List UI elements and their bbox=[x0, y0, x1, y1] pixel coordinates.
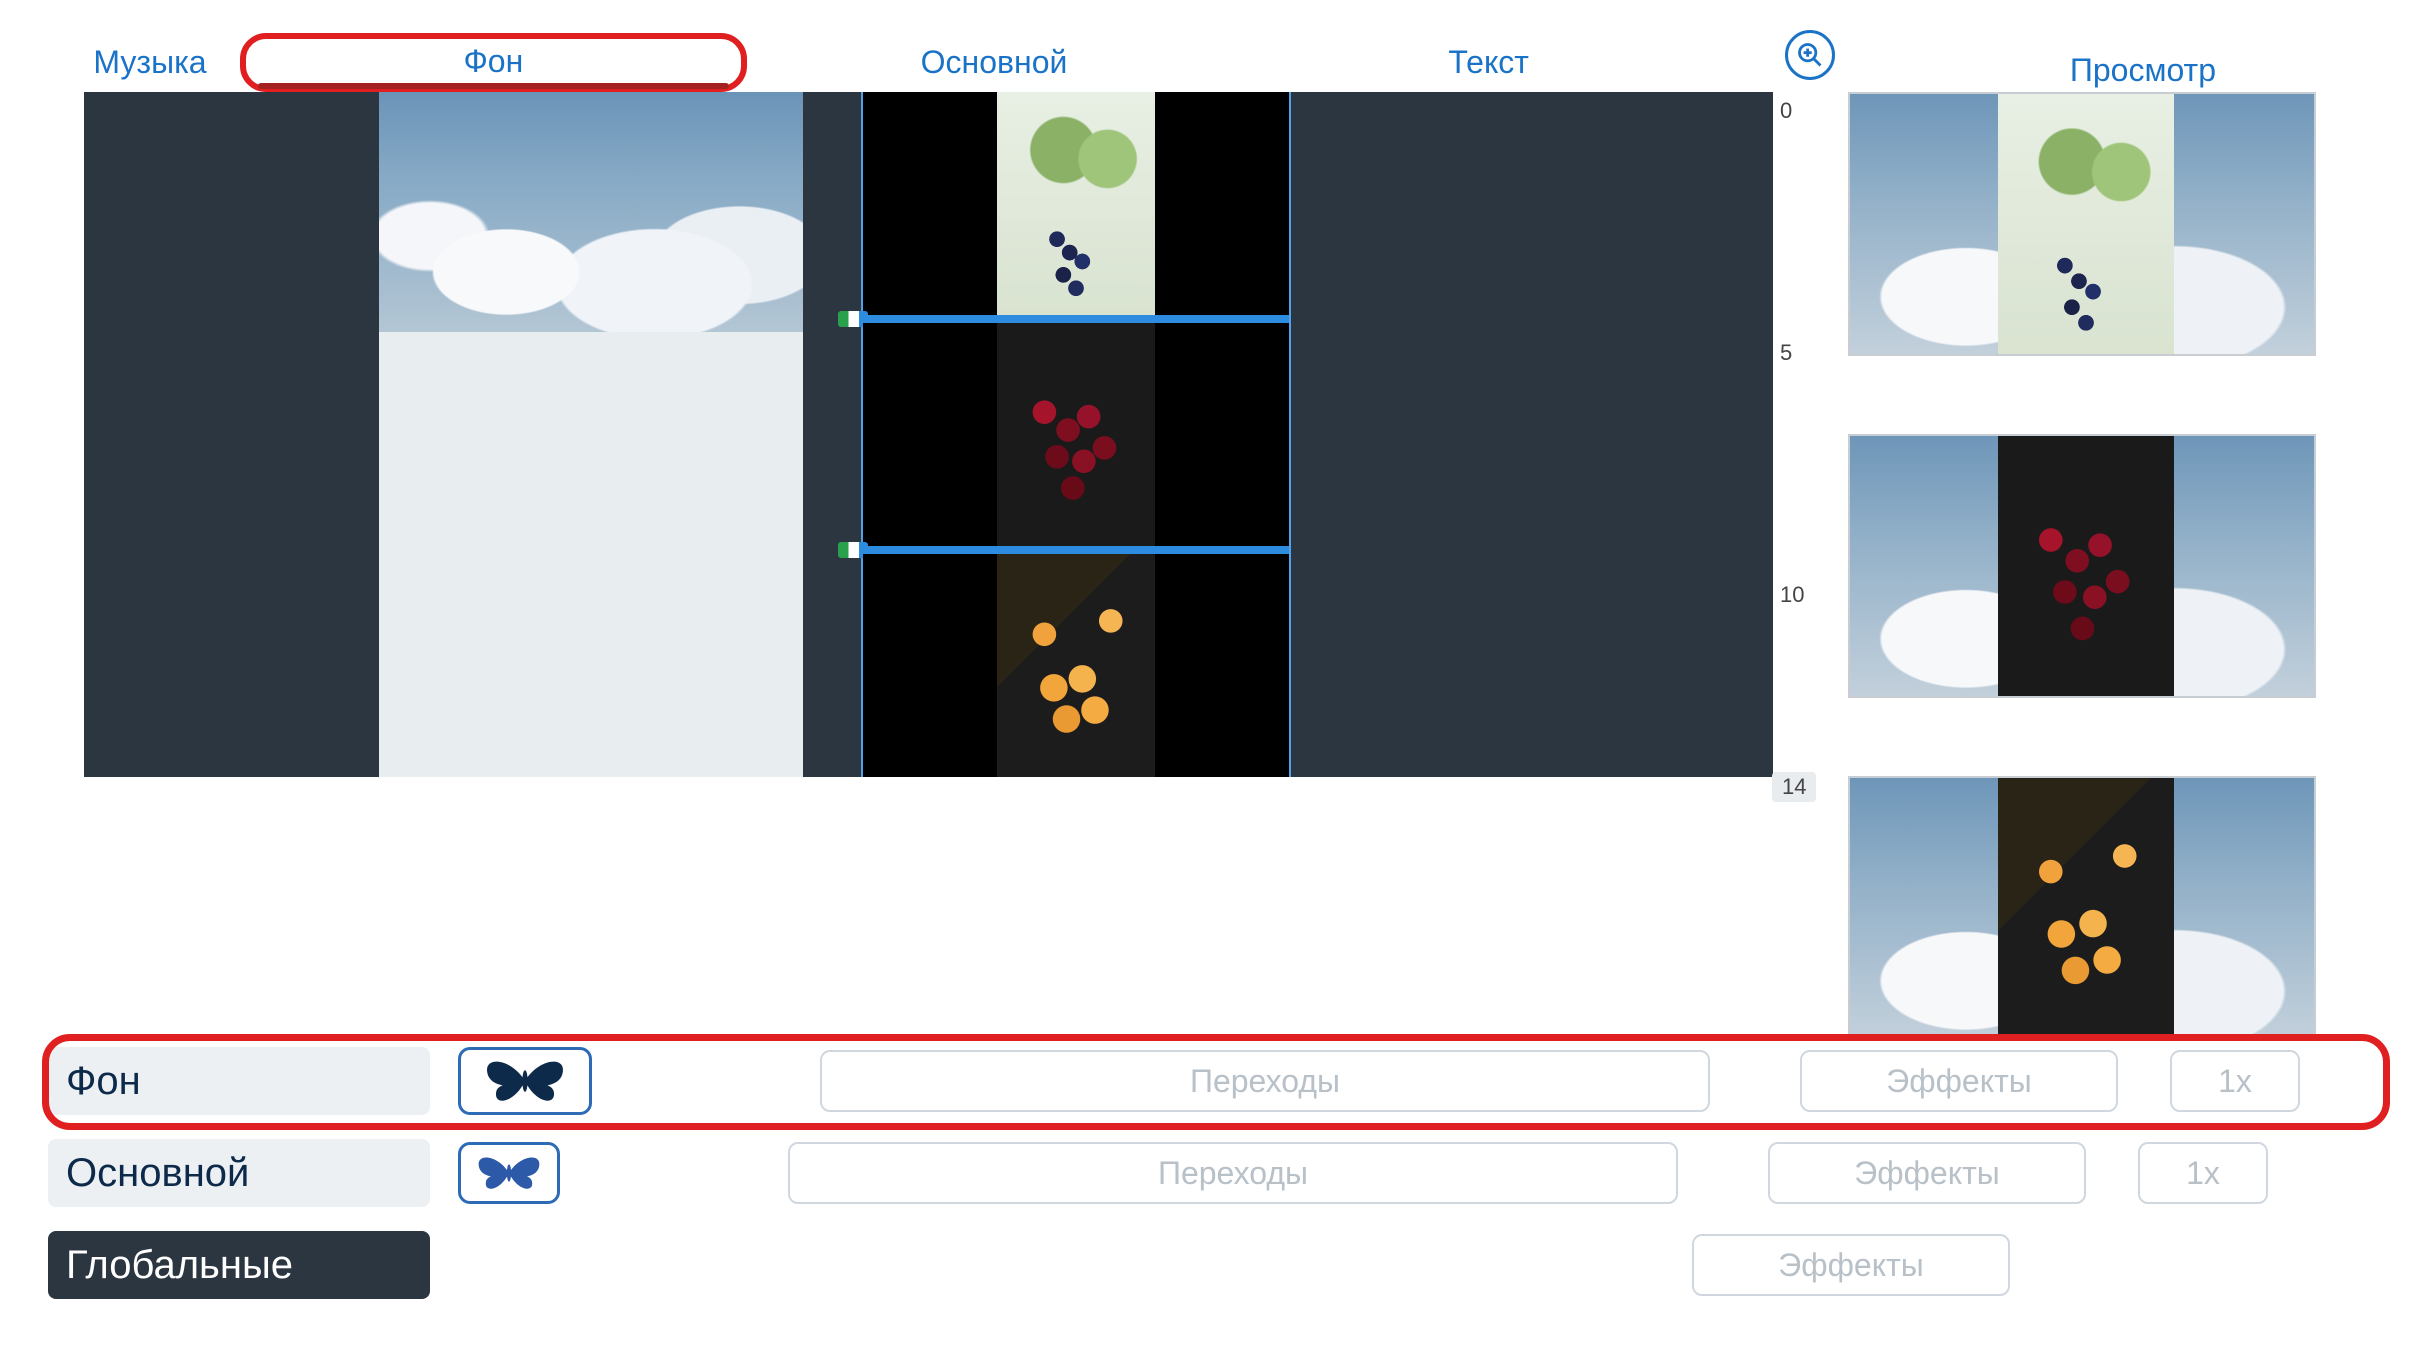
layer-row-global: Глобальные Эффекты bbox=[48, 1226, 2384, 1304]
timeline bbox=[84, 92, 1774, 777]
top-tabs: Музыка Фон Основной Текст bbox=[60, 32, 1736, 92]
layer-global-effects[interactable]: Эффекты bbox=[1692, 1234, 2010, 1296]
main-clip-3[interactable] bbox=[863, 554, 1289, 777]
preview-slide-3[interactable] bbox=[1848, 776, 2316, 1040]
layer-main-name[interactable]: Основной bbox=[48, 1139, 430, 1207]
tab-background[interactable]: Фон bbox=[240, 33, 747, 92]
layer-main-transitions[interactable]: Переходы bbox=[788, 1142, 1678, 1204]
layer-main-butterfly-button[interactable] bbox=[458, 1142, 560, 1204]
tab-music[interactable]: Музыка bbox=[60, 44, 240, 81]
layer-bg-effects[interactable]: Эффекты bbox=[1800, 1050, 2118, 1112]
layer-bg-butterfly-button[interactable] bbox=[458, 1047, 592, 1115]
timeline-ruler: 0 5 10 14 bbox=[1780, 92, 1828, 792]
layer-row-bg: Фон Переходы Эффекты 1x bbox=[48, 1042, 2384, 1120]
timeline-col-bg-empty[interactable] bbox=[84, 92, 379, 777]
timeline-col-text[interactable] bbox=[1291, 92, 1773, 777]
zoom-in-icon bbox=[1796, 41, 1824, 69]
timeline-col-main-clips[interactable] bbox=[861, 92, 1291, 777]
ruler-tick-10: 10 bbox=[1780, 582, 1828, 608]
ruler-total: 14 bbox=[1772, 772, 1816, 802]
preview-slide-1[interactable] bbox=[1848, 92, 2316, 356]
tab-text[interactable]: Текст bbox=[1241, 44, 1736, 81]
main-clip-3-thumb bbox=[997, 554, 1155, 777]
bg-clip-clouds bbox=[379, 92, 803, 332]
layer-global-name[interactable]: Глобальные bbox=[48, 1231, 430, 1299]
butterfly-icon bbox=[479, 1054, 571, 1108]
clip-divider-2[interactable] bbox=[863, 546, 1289, 554]
butterfly-icon bbox=[473, 1150, 545, 1196]
layer-bg-multiplier[interactable]: 1x bbox=[2170, 1050, 2300, 1112]
preview-slide-2[interactable] bbox=[1848, 434, 2316, 698]
layer-main-multiplier[interactable]: 1x bbox=[2138, 1142, 2268, 1204]
layer-bg-name[interactable]: Фон bbox=[48, 1047, 430, 1115]
tab-background-label: Фон bbox=[463, 43, 523, 79]
layer-bg-transitions[interactable]: Переходы bbox=[820, 1050, 1710, 1112]
main-clip-2-thumb bbox=[997, 323, 1155, 546]
ruler-tick-5: 5 bbox=[1780, 340, 1828, 366]
tab-active-underline bbox=[258, 83, 729, 89]
preview-label: Просмотр bbox=[2070, 52, 2216, 89]
main-clip-1[interactable] bbox=[863, 92, 1289, 315]
ruler-tick-0: 0 bbox=[1780, 98, 1828, 124]
clip-divider-1[interactable] bbox=[863, 315, 1289, 323]
preview-column bbox=[1848, 92, 2316, 1118]
tab-main[interactable]: Основной bbox=[747, 44, 1242, 81]
main-clip-2[interactable] bbox=[863, 323, 1289, 546]
layers-panel: Фон Переходы Эффекты 1x Основной Переход… bbox=[48, 1042, 2384, 1318]
main-clip-1-thumb bbox=[997, 92, 1155, 315]
timeline-col-main-pad bbox=[803, 92, 861, 777]
layer-main-effects[interactable]: Эффекты bbox=[1768, 1142, 2086, 1204]
zoom-in-button[interactable] bbox=[1785, 30, 1835, 80]
layer-row-main: Основной Переходы Эффекты 1x bbox=[48, 1134, 2384, 1212]
timeline-col-bg-clip[interactable] bbox=[379, 92, 803, 777]
